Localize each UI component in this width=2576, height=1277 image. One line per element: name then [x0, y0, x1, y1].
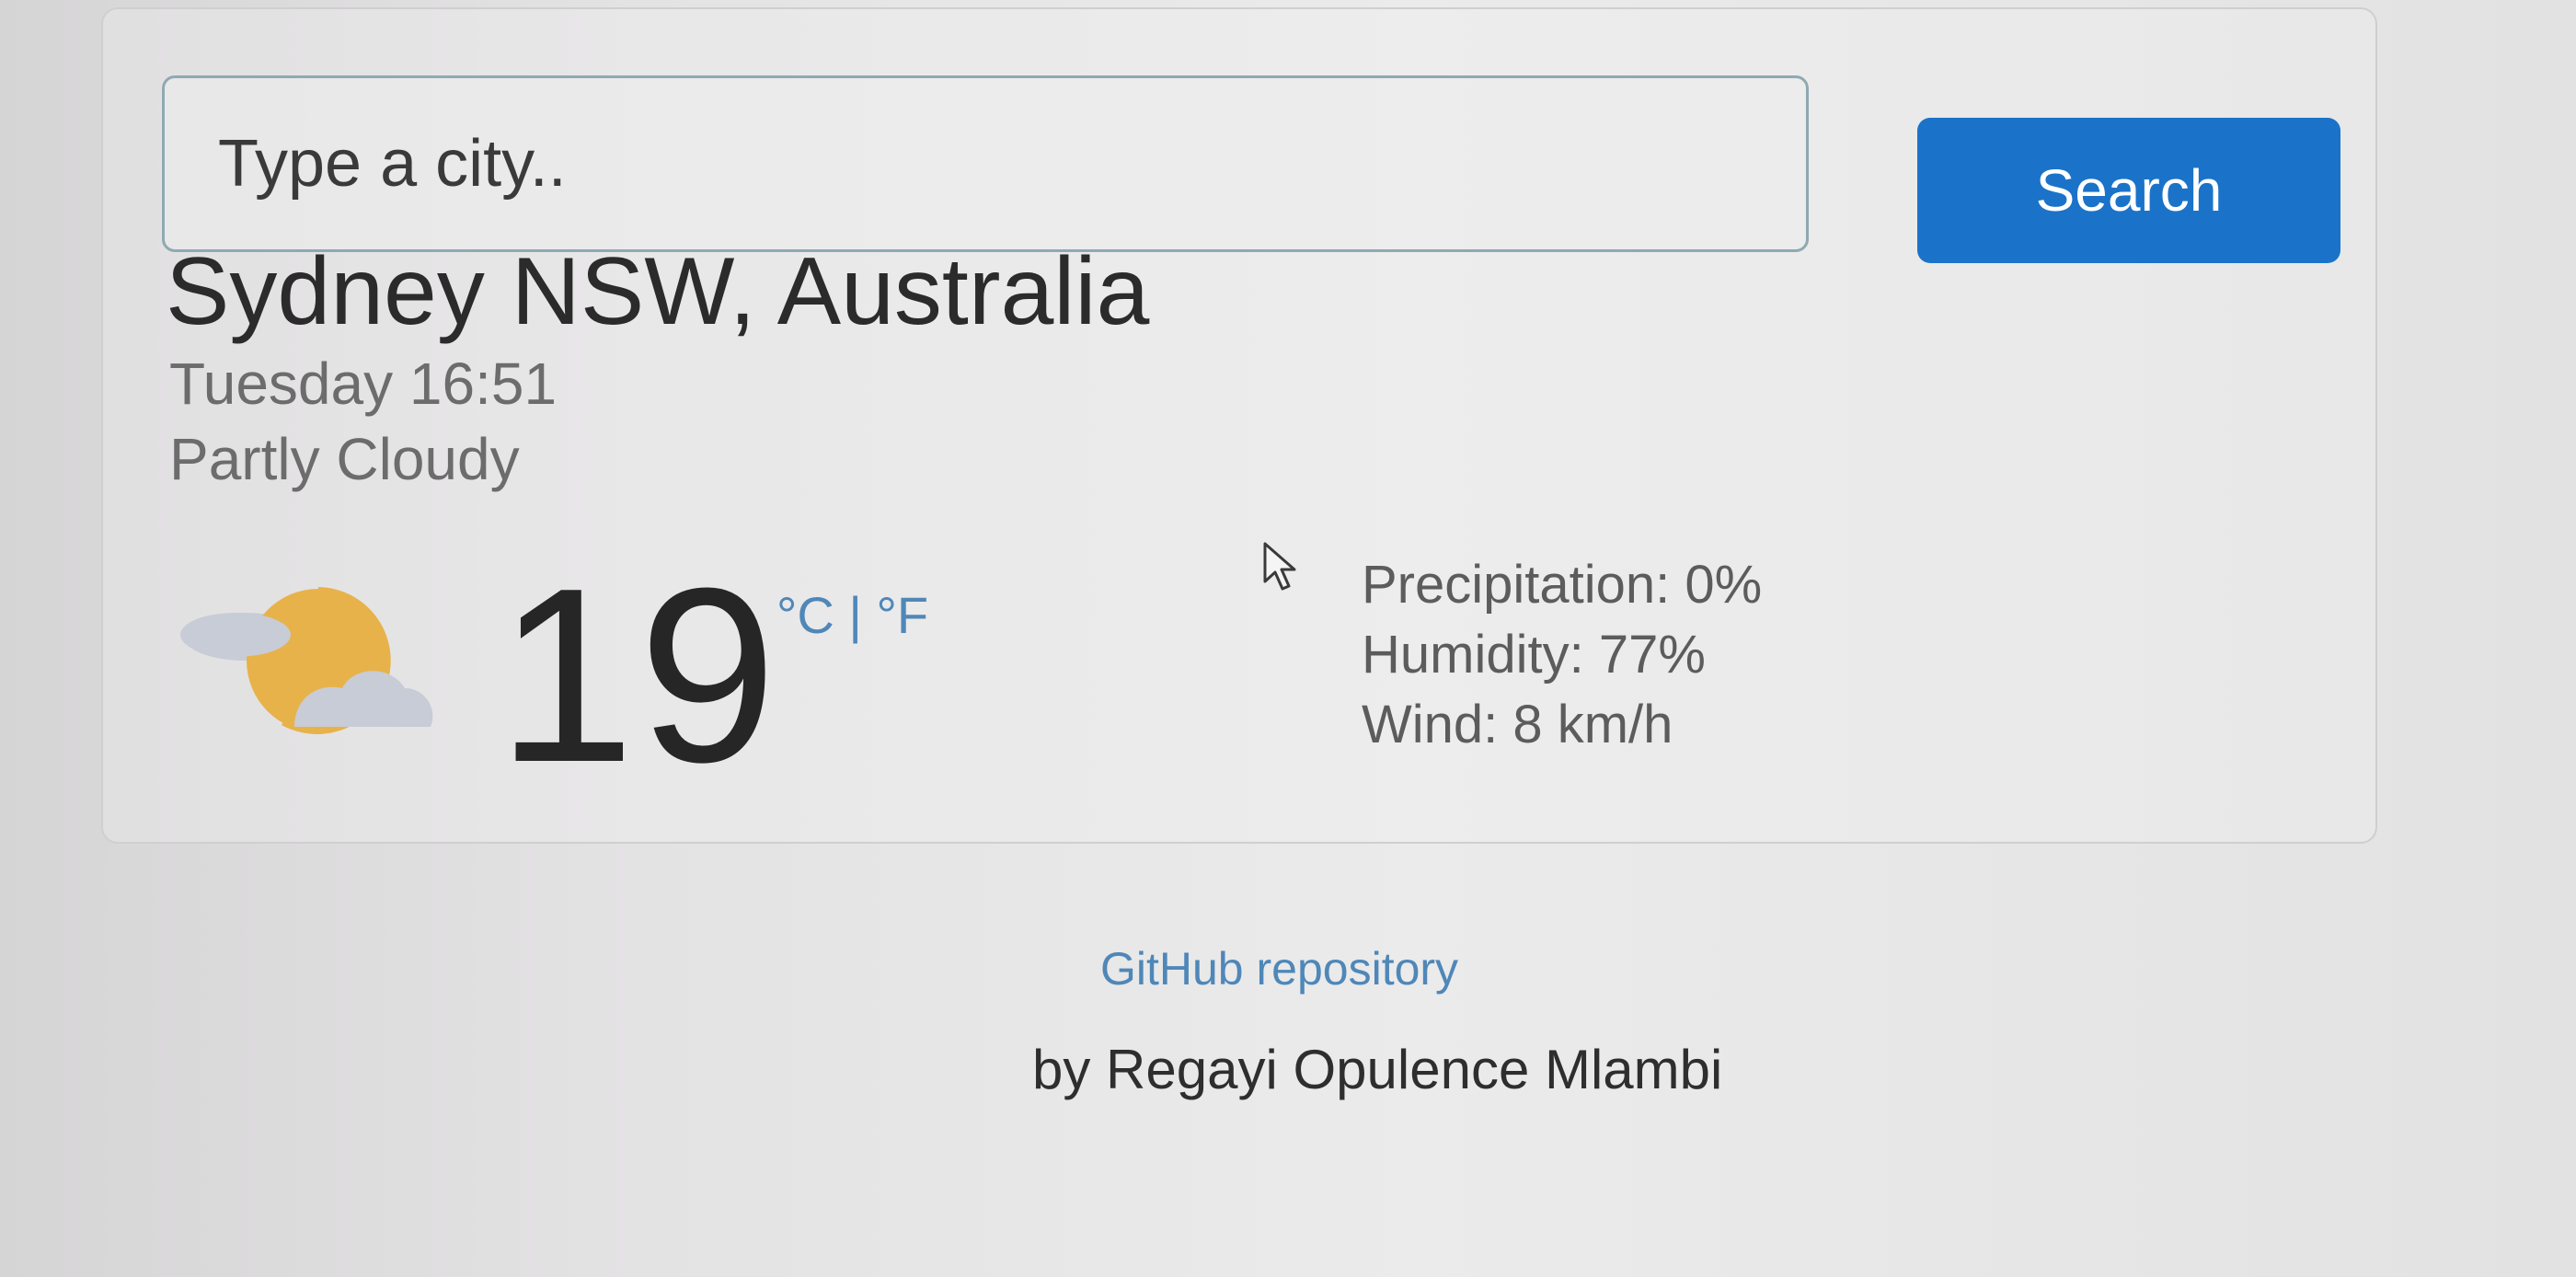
wind-text: Wind: 8 km/h: [1362, 695, 1673, 754]
city-name: Sydney NSW, Australia: [166, 238, 1150, 345]
celsius-link[interactable]: °C: [776, 586, 834, 644]
date-time: Tuesday 16:51: [169, 351, 558, 417]
search-button[interactable]: Search: [1917, 118, 2340, 263]
partly-cloudy-icon: [180, 587, 433, 734]
weather-condition: Partly Cloudy: [169, 426, 520, 492]
unit-toggle: °C | °F: [776, 585, 928, 645]
humidity-text: Humidity: 77%: [1362, 625, 1706, 685]
search-input[interactable]: Type a city..: [162, 75, 1809, 252]
search-placeholder: Type a city..: [218, 127, 567, 201]
unit-separator: |: [834, 586, 877, 644]
author-credit: by Regayi Opulence Mlambi: [1032, 1039, 1723, 1100]
mouse-cursor-icon: [1263, 542, 1296, 591]
weather-details: Precipitation: 0% Humidity: 77% Wind: 8 …: [1362, 550, 1762, 760]
precipitation-text: Precipitation: 0%: [1362, 555, 1763, 615]
fahrenheit-link[interactable]: °F: [877, 586, 929, 644]
temperature-value: 19: [497, 537, 781, 814]
github-repository-link[interactable]: GitHub repository: [1100, 942, 1458, 995]
